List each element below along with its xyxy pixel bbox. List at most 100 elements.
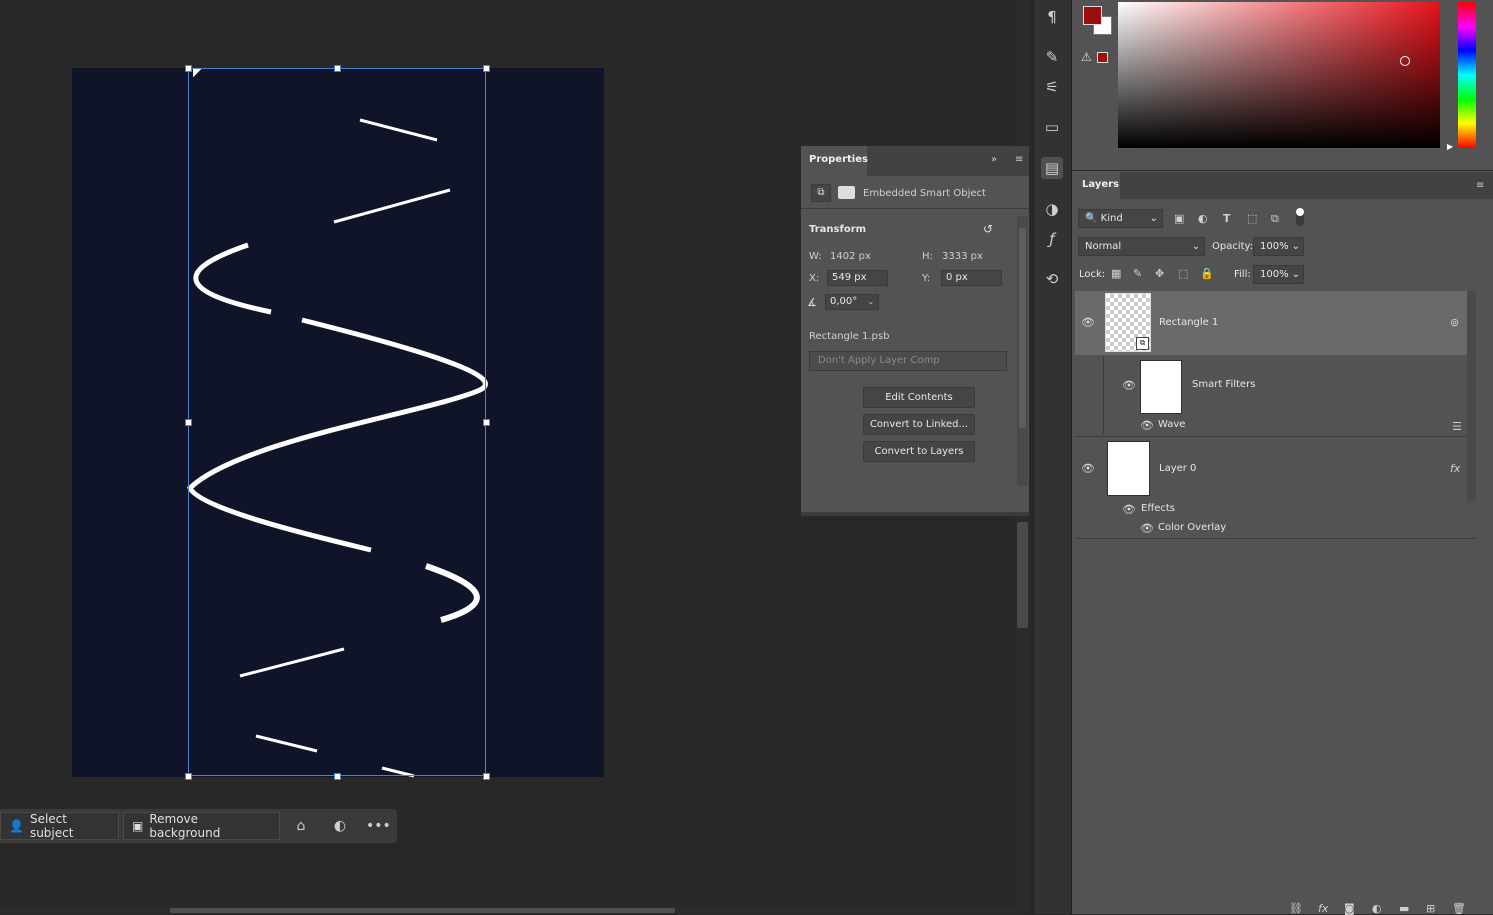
- panel-menu-icon[interactable]: ≡: [1015, 154, 1023, 165]
- history-icon[interactable]: ⟲: [1041, 268, 1063, 290]
- adjustment-icon[interactable]: ◐: [329, 815, 351, 837]
- tab-layers[interactable]: Layers: [1072, 172, 1120, 199]
- lock-artboard-icon[interactable]: ⬚: [1178, 267, 1188, 280]
- chevron-down-icon: ⌄: [1291, 241, 1300, 252]
- panel-resize-handle[interactable]: [801, 512, 1029, 516]
- properties-panel: Properties » ≡ ⧉ Embedded Smart Object T…: [800, 145, 1030, 517]
- tab-properties[interactable]: Properties: [801, 146, 868, 176]
- height-label: H:: [922, 251, 933, 262]
- transform-handle[interactable]: [334, 65, 341, 72]
- convert-to-layers-button[interactable]: Convert to Layers: [863, 441, 975, 462]
- visibility-eye-icon[interactable]: 👁: [1140, 523, 1154, 534]
- filter-blending-options-icon[interactable]: ☰: [1452, 420, 1462, 433]
- layer-name[interactable]: Rectangle 1: [1159, 317, 1218, 328]
- remove-background-button[interactable]: ▣ Remove background: [123, 812, 280, 840]
- opacity-input[interactable]: 100% ⌄: [1253, 237, 1304, 256]
- foreground-color-swatch[interactable]: [1083, 6, 1102, 25]
- add-style-fx-icon[interactable]: fx: [1318, 902, 1328, 915]
- brush-settings-icon[interactable]: ✎: [1041, 46, 1063, 68]
- layer-comp-select[interactable]: Don't Apply Layer Comp: [809, 351, 1007, 371]
- layers-menu-icon[interactable]: ≡: [1476, 180, 1484, 191]
- x-label: X:: [809, 273, 820, 284]
- visibility-eye-icon[interactable]: 👁: [1081, 463, 1095, 474]
- adjustments-icon[interactable]: ⚟: [1041, 76, 1063, 98]
- transform-handle[interactable]: [483, 65, 490, 72]
- visibility-eye-icon[interactable]: 👁: [1081, 317, 1095, 328]
- fill-input[interactable]: 100% ⌄: [1253, 265, 1304, 284]
- transform-handle[interactable]: [185, 773, 192, 780]
- reset-icon[interactable]: ↺: [983, 222, 993, 236]
- smart-object-badge-icon: ⧉: [1136, 337, 1149, 350]
- select-subject-button[interactable]: 👤 Select subject: [0, 812, 119, 840]
- y-label: Y:: [922, 273, 931, 284]
- y-position-input[interactable]: 0 px: [941, 270, 1002, 286]
- lock-all-icon[interactable]: 🔒: [1200, 267, 1214, 280]
- chevron-down-icon[interactable]: ⌄: [863, 294, 879, 310]
- kind-filter-select[interactable]: 🔍 Kind ⌄: [1078, 209, 1163, 228]
- filter-name[interactable]: Wave: [1158, 419, 1185, 430]
- transform-handle[interactable]: [483, 773, 490, 780]
- new-layer-icon[interactable]: ⊞: [1426, 902, 1435, 915]
- blend-mode-select[interactable]: Normal ⌄: [1078, 237, 1205, 256]
- filename-label: Rectangle 1.psb: [809, 331, 890, 342]
- hue-slider[interactable]: [1458, 2, 1476, 148]
- adjustments-circle-icon[interactable]: ◑: [1041, 198, 1063, 220]
- fx-icon[interactable]: fx: [1450, 462, 1460, 475]
- transform-icon[interactable]: ⌂: [290, 815, 312, 837]
- lock-position-icon[interactable]: ✥: [1155, 267, 1164, 280]
- lock-pixels-icon[interactable]: ✎: [1133, 267, 1142, 280]
- object-type-label: Embedded Smart Object: [863, 188, 986, 199]
- effects-label: Effects: [1141, 503, 1175, 514]
- visibility-eye-icon[interactable]: 👁: [1122, 380, 1136, 391]
- new-adjustment-icon[interactable]: ◐: [1372, 902, 1382, 915]
- vertical-scroll-thumb[interactable]: [1017, 522, 1028, 628]
- horizontal-scroll-thumb[interactable]: [170, 908, 675, 913]
- layers-scrollbar[interactable]: [1467, 291, 1476, 501]
- gradient-icon[interactable]: ▭: [1041, 116, 1063, 138]
- filter-toggle[interactable]: [1296, 208, 1304, 226]
- transform-handle[interactable]: [185, 65, 192, 72]
- properties-scroll-thumb[interactable]: [1019, 228, 1026, 428]
- more-options-icon[interactable]: •••: [366, 815, 391, 837]
- hue-slider-handle[interactable]: ▶: [1447, 142, 1453, 151]
- warning-icon: ⚠: [1081, 50, 1092, 64]
- mask-icon[interactable]: [838, 186, 855, 199]
- collapse-icon[interactable]: »: [991, 154, 997, 165]
- type-filter-icon[interactable]: T: [1223, 212, 1231, 225]
- effect-name[interactable]: Color Overlay: [1158, 522, 1226, 533]
- paragraph-icon[interactable]: ¶: [1041, 6, 1063, 28]
- new-group-folder-icon[interactable]: ▬: [1399, 902, 1409, 915]
- smart-filter-mask-thumbnail[interactable]: [1140, 360, 1182, 414]
- layer-thumbnail: [1107, 441, 1150, 496]
- visibility-eye-icon[interactable]: 👁: [1140, 420, 1154, 431]
- convert-to-linked-button[interactable]: Convert to Linked...: [863, 414, 975, 435]
- fill-label: Fill:: [1234, 269, 1251, 280]
- lock-label: Lock:: [1079, 269, 1106, 280]
- shape-filter-icon[interactable]: ⬚: [1247, 212, 1257, 225]
- adjustment-filter-icon[interactable]: ◐: [1198, 212, 1208, 225]
- lock-transparent-icon[interactable]: ▦: [1111, 267, 1121, 280]
- pixel-filter-icon[interactable]: ▣: [1174, 212, 1184, 225]
- smart-object-filter-icon[interactable]: ⧉: [1271, 212, 1279, 226]
- layer-name[interactable]: Layer 0: [1159, 463, 1196, 474]
- gamut-color-swatch[interactable]: [1097, 52, 1108, 63]
- edit-contents-button[interactable]: Edit Contents: [863, 387, 975, 408]
- transform-handle[interactable]: [334, 773, 341, 780]
- styles-fx-icon[interactable]: ƒ: [1041, 228, 1063, 250]
- add-mask-icon[interactable]: ◙: [1344, 902, 1355, 915]
- height-value: 3333 px: [942, 251, 983, 262]
- color-saturation-picker[interactable]: [1118, 2, 1440, 148]
- delete-layer-trash-icon[interactable]: 🗑: [1452, 902, 1466, 915]
- x-position-input[interactable]: 549 px: [827, 270, 888, 286]
- angle-icon: ∡: [807, 296, 817, 309]
- smart-filters-label: Smart Filters: [1192, 379, 1256, 390]
- transform-handle[interactable]: [185, 419, 192, 426]
- visibility-eye-icon[interactable]: 👁: [1122, 504, 1136, 515]
- color-picker-cursor[interactable]: [1400, 56, 1410, 66]
- properties-icon[interactable]: ▤: [1041, 157, 1063, 179]
- transform-bounding-box[interactable]: [185, 65, 490, 780]
- transform-handle[interactable]: [483, 419, 490, 426]
- link-layers-icon[interactable]: ⛓: [1289, 902, 1303, 915]
- transform-section-title: Transform: [809, 224, 867, 235]
- search-icon: 🔍: [1085, 213, 1098, 224]
